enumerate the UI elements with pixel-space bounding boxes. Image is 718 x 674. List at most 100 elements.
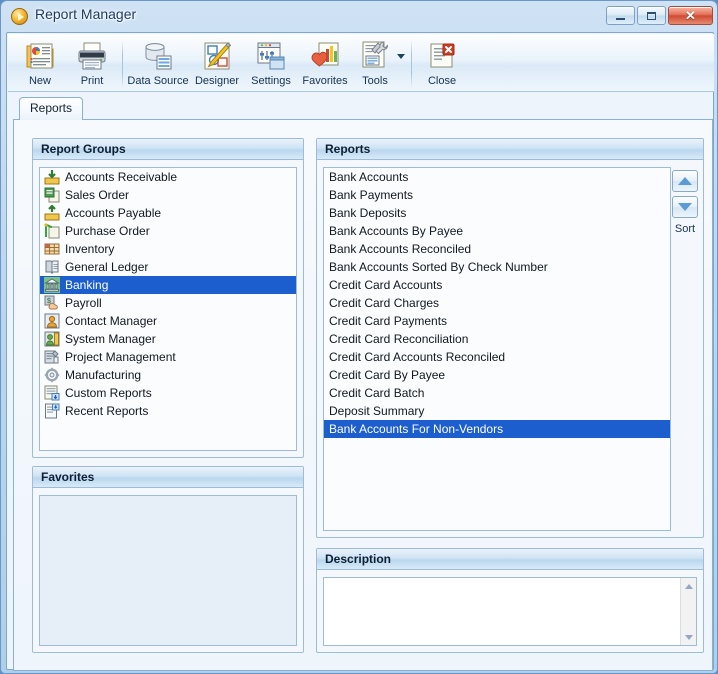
report-item[interactable]: Bank Deposits <box>324 204 670 222</box>
maximize-icon <box>647 11 656 20</box>
report-group-item[interactable]: System Manager <box>40 330 296 348</box>
accounts-payable-icon <box>44 204 60 221</box>
system-manager-icon <box>44 331 60 347</box>
window-title: Report Manager <box>35 6 137 22</box>
minimize-icon <box>616 17 625 20</box>
maximize-button[interactable] <box>637 6 666 25</box>
minimize-button[interactable] <box>606 6 635 25</box>
banking-icon <box>43 277 61 293</box>
report-item[interactable]: Bank Accounts Reconciled <box>324 240 670 258</box>
description-text <box>324 578 696 584</box>
report-item-label: Credit Card By Payee <box>329 368 446 382</box>
report-item-label: Bank Accounts Sorted By Check Number <box>329 260 548 274</box>
accounts-receivable-icon <box>44 169 60 185</box>
toolbar-separator-2 <box>411 40 412 88</box>
report-group-label: Project Management <box>65 350 176 364</box>
printer-icon <box>76 40 108 72</box>
report-item[interactable]: Credit Card Accounts <box>324 276 670 294</box>
tab-reports[interactable]: Reports <box>19 97 84 120</box>
report-group-item[interactable]: Custom Reports <box>40 384 296 402</box>
main-toolbar: New Print Data Source Designer Settings … <box>8 34 714 92</box>
report-group-label: Banking <box>65 278 109 292</box>
report-item[interactable]: Bank Payments <box>324 186 670 204</box>
report-group-item[interactable]: Project Management <box>40 348 296 366</box>
report-group-label: Accounts Payable <box>65 206 162 220</box>
report-group-item[interactable]: Purchase Order <box>40 222 296 240</box>
title-bar: Report Manager ✕ <box>1 1 718 32</box>
reports-listbox[interactable]: Bank Accounts Bank Payments Bank Deposits B… <box>323 167 671 531</box>
window-controls: ✕ <box>606 6 713 25</box>
toolbar-label-favorites: Favorites <box>302 75 348 87</box>
report-group-label: Contact Manager <box>65 314 158 328</box>
toolbar-button-favorites[interactable]: Favorites <box>297 38 353 90</box>
tab-strip: Reports <box>13 97 713 120</box>
sort-up-arrow-icon <box>678 177 692 185</box>
report-item[interactable]: Bank Accounts By Payee <box>324 222 670 240</box>
report-item-label: Bank Accounts <box>329 170 409 184</box>
report-group-item[interactable]: Accounts Payable <box>40 204 296 222</box>
scroll-down-arrow-icon <box>684 634 693 640</box>
report-group-item[interactable]: General Ledger <box>40 258 296 276</box>
scroll-down-button[interactable] <box>681 629 696 645</box>
toolbar-button-tools[interactable]: Tools <box>353 38 397 90</box>
report-groups-panel: Report Groups Accounts Receivable Sales O… <box>32 138 304 458</box>
report-item[interactable]: Credit Card Batch <box>324 384 670 402</box>
report-item[interactable]: Credit Card Charges <box>324 294 670 312</box>
report-item[interactable]: Credit Card Accounts Reconciled <box>324 348 670 366</box>
toolbar-button-settings[interactable]: Settings <box>245 38 297 90</box>
contact-manager-icon <box>44 313 60 329</box>
custom-reports-icon <box>44 385 60 401</box>
content-area: Report Groups Accounts Receivable Sales O… <box>13 120 713 671</box>
report-group-item[interactable]: Sales Order <box>40 186 296 204</box>
report-item[interactable]: Credit Card Payments <box>324 312 670 330</box>
inventory-icon <box>44 241 60 257</box>
report-item-label: Credit Card Charges <box>329 296 440 310</box>
chevron-down-icon[interactable] <box>397 54 405 59</box>
favorites-listbox[interactable] <box>39 495 297 646</box>
sort-down-arrow-icon <box>678 203 692 211</box>
toolbar-button-close[interactable]: Close <box>416 38 468 90</box>
report-item[interactable]: Bank Accounts <box>324 168 670 186</box>
description-scrollbar[interactable] <box>680 578 696 645</box>
report-group-label: Purchase Order <box>65 224 150 238</box>
report-group-label: Inventory <box>65 242 115 256</box>
scroll-up-button[interactable] <box>681 578 696 594</box>
description-textarea[interactable] <box>323 577 697 646</box>
report-group-item[interactable]: Recent Reports <box>40 402 296 420</box>
report-manager-window: Report Manager ✕ New Print Data Source D… <box>0 0 718 674</box>
designer-pencil-icon <box>201 40 233 72</box>
report-item-label: Credit Card Accounts Reconciled <box>329 350 506 364</box>
report-item-label: Bank Accounts By Payee <box>329 224 464 238</box>
window-client-area: New Print Data Source Designer Settings … <box>6 32 714 671</box>
purchase-order-icon <box>44 223 60 239</box>
reports-panel: Reports Bank Accounts Bank Payments Bank D… <box>316 138 704 538</box>
report-group-item[interactable]: Inventory <box>40 240 296 258</box>
report-item[interactable]: Bank Accounts For Non-Vendors <box>324 420 670 438</box>
report-item[interactable]: Credit Card By Payee <box>324 366 670 384</box>
report-group-item[interactable]: $ Payroll <box>40 294 296 312</box>
toolbar-label-close: Close <box>427 75 457 87</box>
report-item-label: Deposit Summary <box>329 404 425 418</box>
play-circle-icon <box>11 8 28 25</box>
close-window-button[interactable]: ✕ <box>668 6 713 25</box>
report-group-item[interactable]: Contact Manager <box>40 312 296 330</box>
scroll-up-arrow-icon <box>684 583 693 589</box>
report-group-label: Manufacturing <box>65 368 142 382</box>
toolbar-button-print[interactable]: Print <box>66 38 118 90</box>
sort-down-button[interactable] <box>672 196 698 218</box>
toolbar-separator-1 <box>122 40 123 88</box>
report-group-item[interactable]: Accounts Receivable <box>40 168 296 186</box>
database-icon <box>142 40 174 72</box>
report-item[interactable]: Bank Accounts Sorted By Check Number <box>324 258 670 276</box>
toolbar-label-print: Print <box>80 75 104 87</box>
toolbar-button-data-source[interactable]: Data Source <box>127 38 189 90</box>
report-item[interactable]: Deposit Summary <box>324 402 670 420</box>
toolbar-button-new[interactable]: New <box>14 38 66 90</box>
report-group-item[interactable]: Banking <box>40 276 296 294</box>
report-group-item[interactable]: Manufacturing <box>40 366 296 384</box>
sort-up-button[interactable] <box>672 170 698 192</box>
toolbar-button-designer[interactable]: Designer <box>189 38 245 90</box>
report-item[interactable]: Credit Card Reconciliation <box>324 330 670 348</box>
close-document-icon <box>426 40 458 72</box>
report-groups-listbox[interactable]: Accounts Receivable Sales Order Accounts P… <box>39 167 297 451</box>
